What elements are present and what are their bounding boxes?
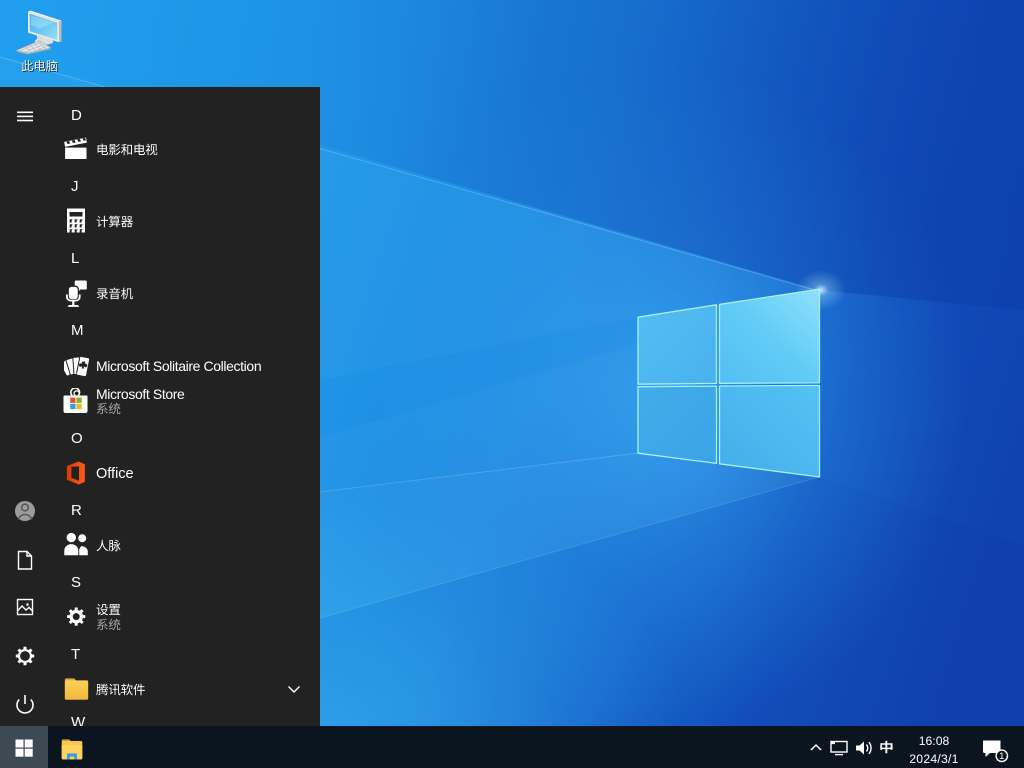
svg-text:1: 1 xyxy=(999,751,1004,762)
